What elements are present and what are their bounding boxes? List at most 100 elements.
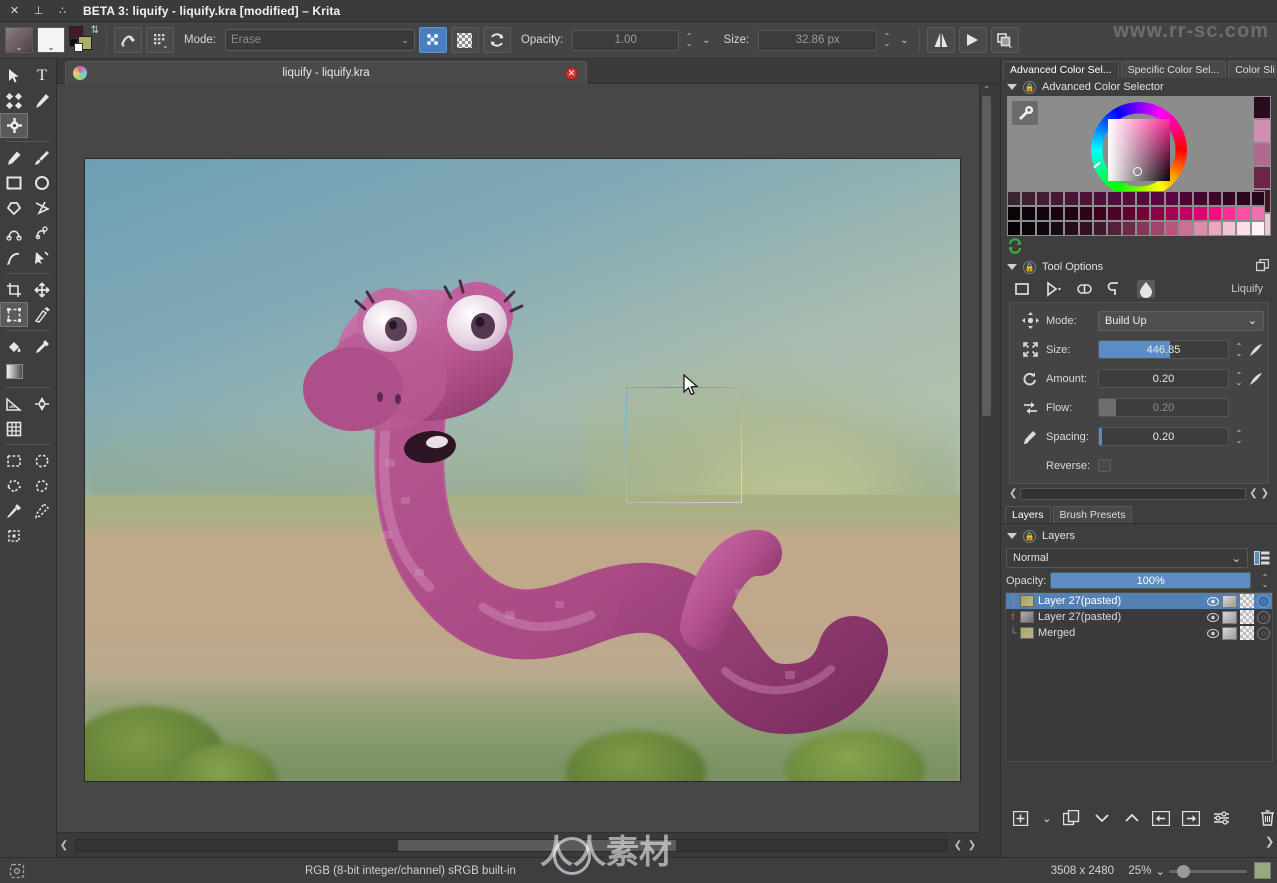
curve-shape-icon[interactable] <box>1106 280 1124 298</box>
liquify-mode-combo[interactable]: Build Up ⌄ <box>1098 311 1264 331</box>
sidebar-tool-gradient-edit[interactable] <box>0 113 28 138</box>
window-maximize-button[interactable]: ∴ <box>56 4 69 17</box>
shade-swatch[interactable] <box>1093 206 1107 221</box>
sidebar-tool-color-picker[interactable] <box>28 334 56 359</box>
shade-swatch[interactable] <box>1122 206 1136 221</box>
layer-properties-icon[interactable] <box>1252 548 1272 568</box>
shade-swatch[interactable] <box>1036 206 1050 221</box>
shade-swatch[interactable] <box>1079 206 1093 221</box>
layer-row[interactable]: t Layer 27(pasted) ◌ <box>1006 609 1272 625</box>
sidebar-tool-dynamic-brush[interactable] <box>0 245 28 270</box>
layer-properties-button[interactable] <box>1210 807 1232 829</box>
reverse-checkbox[interactable] <box>1098 459 1111 472</box>
tab-advanced-color-selector[interactable]: Advanced Color Sel... <box>1003 61 1119 78</box>
canvas-viewport[interactable] <box>57 84 979 832</box>
sidebar-tool-bezier-curve[interactable] <box>0 220 28 245</box>
document-tab[interactable]: liquify - liquify.kra ✕ <box>65 61 587 84</box>
canvas-vertical-scrollbar[interactable]: ⌃ <box>979 84 992 832</box>
liquify-spacing-slider[interactable]: 0.20 <box>1098 427 1229 446</box>
move-layer-left-button[interactable] <box>1151 807 1173 829</box>
sidebar-tool-reference-images[interactable] <box>28 391 56 416</box>
sidebar-tool-bezier-selection[interactable] <box>0 523 28 548</box>
canvas-horizontal-scrollbar[interactable]: ❮ ❮ ❯ <box>57 832 979 857</box>
layer-visibility-icon[interactable] <box>1206 595 1219 607</box>
rotate-mode-icon[interactable] <box>1014 371 1046 387</box>
shade-swatch[interactable] <box>1251 221 1265 236</box>
collapse-triangle-icon[interactable] <box>1007 84 1017 90</box>
add-layer-button[interactable] <box>1011 807 1033 829</box>
lock-icon[interactable]: 🔒 <box>1023 530 1036 543</box>
shade-swatch[interactable] <box>1222 206 1236 221</box>
scroll-next-arrow-icon[interactable]: ❯ <box>1261 488 1269 499</box>
layer-list[interactable]: ├ Layer 27(pasted) ◌ t Layer 27(pasted) <box>1005 592 1273 762</box>
lock-icon[interactable]: 🔒 <box>1023 261 1036 274</box>
pattern-icon[interactable]: ⌄ <box>146 27 174 53</box>
shade-swatch[interactable] <box>1079 221 1093 236</box>
scroll-prev-arrow-icon[interactable]: ❮ <box>1249 488 1257 499</box>
dock-scroll-right-icon[interactable]: ❯ <box>1265 835 1274 848</box>
reload-preset-icon[interactable] <box>483 27 511 53</box>
wrench-icon[interactable] <box>1012 101 1038 125</box>
recent-color-swatch[interactable] <box>1253 143 1271 166</box>
blending-mode-combo[interactable]: Erase ⌄ <box>225 29 415 51</box>
brush-size-options-chevron-down-icon[interactable]: ⌄ <box>897 35 911 46</box>
liquify-size-spinner[interactable]: ⌃⌄ <box>1232 343 1246 357</box>
shade-swatch[interactable] <box>1122 221 1136 236</box>
shade-swatch[interactable] <box>1107 191 1121 206</box>
sidebar-tool-text[interactable]: T <box>28 63 56 88</box>
eraser-toggle-icon[interactable] <box>451 27 479 53</box>
sidebar-tool-elliptical-selection[interactable] <box>28 448 56 473</box>
shade-swatch[interactable] <box>1079 191 1093 206</box>
layer-visibility-icon[interactable] <box>1206 627 1219 639</box>
shade-swatch[interactable] <box>1193 221 1207 236</box>
status-zoom-combo[interactable]: 25% ⌄ <box>1128 864 1165 878</box>
shade-swatch[interactable] <box>1136 191 1150 206</box>
shade-swatch[interactable] <box>1236 206 1250 221</box>
layer-preview-thumbnail[interactable] <box>1222 627 1237 640</box>
shade-swatch[interactable] <box>1021 191 1035 206</box>
sidebar-tool-measure-angle[interactable] <box>0 391 28 416</box>
layer-opacity-slider[interactable]: 100% <box>1050 572 1251 589</box>
tab-specific-color-selector[interactable]: Specific Color Sel... <box>1121 61 1227 78</box>
brush-size-spinner[interactable]: ⌃⌄ <box>881 33 893 47</box>
shade-swatch[interactable] <box>1150 191 1164 206</box>
tab-layers[interactable]: Layers <box>1005 506 1051 523</box>
shade-swatch[interactable] <box>1222 191 1236 206</box>
layer-alpha-lock-icon[interactable]: ◌ <box>1257 595 1270 608</box>
sidebar-tool-fill[interactable] <box>0 334 28 359</box>
shade-swatch[interactable] <box>1179 221 1193 236</box>
size-pressure-icon[interactable] <box>1248 343 1264 357</box>
canvas-horizontal-scroll-track[interactable] <box>75 839 947 852</box>
scroll-left-arrow-icon[interactable]: ❮ <box>57 840 71 851</box>
tool-options-scroll-track[interactable] <box>1020 488 1246 500</box>
amount-pressure-icon[interactable] <box>1248 372 1264 386</box>
canvas-vertical-scroll-thumb[interactable] <box>982 96 991 416</box>
sidebar-tool-measure[interactable] <box>28 302 56 327</box>
brush-preset-gradient-swatch[interactable]: ⌄ <box>37 27 65 53</box>
shade-swatch[interactable] <box>1165 191 1179 206</box>
shade-swatch[interactable] <box>1193 191 1207 206</box>
recent-color-swatch[interactable] <box>1253 166 1271 189</box>
shade-swatch[interactable] <box>1251 191 1265 206</box>
shade-swatch[interactable] <box>1007 206 1021 221</box>
sidebar-tool-gradient[interactable] <box>0 359 28 384</box>
layer-row[interactable]: ├ Layer 27(pasted) ◌ <box>1006 593 1272 609</box>
opacity-spinner[interactable]: ⌃⌄ <box>683 33 695 47</box>
sidebar-tool-line[interactable] <box>28 145 56 170</box>
shade-swatch[interactable] <box>1021 221 1035 236</box>
sidebar-tool-assistant-grid[interactable] <box>0 416 28 441</box>
shade-swatch[interactable] <box>1064 191 1078 206</box>
opacity-options-chevron-down-icon[interactable]: ⌄ <box>699 35 713 46</box>
scroll-next-arrow-icon[interactable]: ❯ <box>965 840 979 851</box>
alpha-lock-icon[interactable] <box>419 27 447 53</box>
offset-mode-icon[interactable] <box>1014 400 1046 416</box>
mirror-vertical-icon[interactable] <box>959 27 987 53</box>
shade-swatch[interactable] <box>1165 221 1179 236</box>
shade-swatch[interactable] <box>1021 206 1035 221</box>
tab-color-sliders[interactable]: Color Sli... <box>1228 61 1276 78</box>
liquify-amount-spinner[interactable]: ⌃⌄ <box>1232 372 1246 386</box>
window-minimize-button[interactable]: ⊥ <box>32 4 45 17</box>
shade-swatch[interactable] <box>1007 191 1021 206</box>
undo-mode-icon[interactable] <box>1014 429 1046 445</box>
shade-swatch[interactable] <box>1007 221 1021 236</box>
